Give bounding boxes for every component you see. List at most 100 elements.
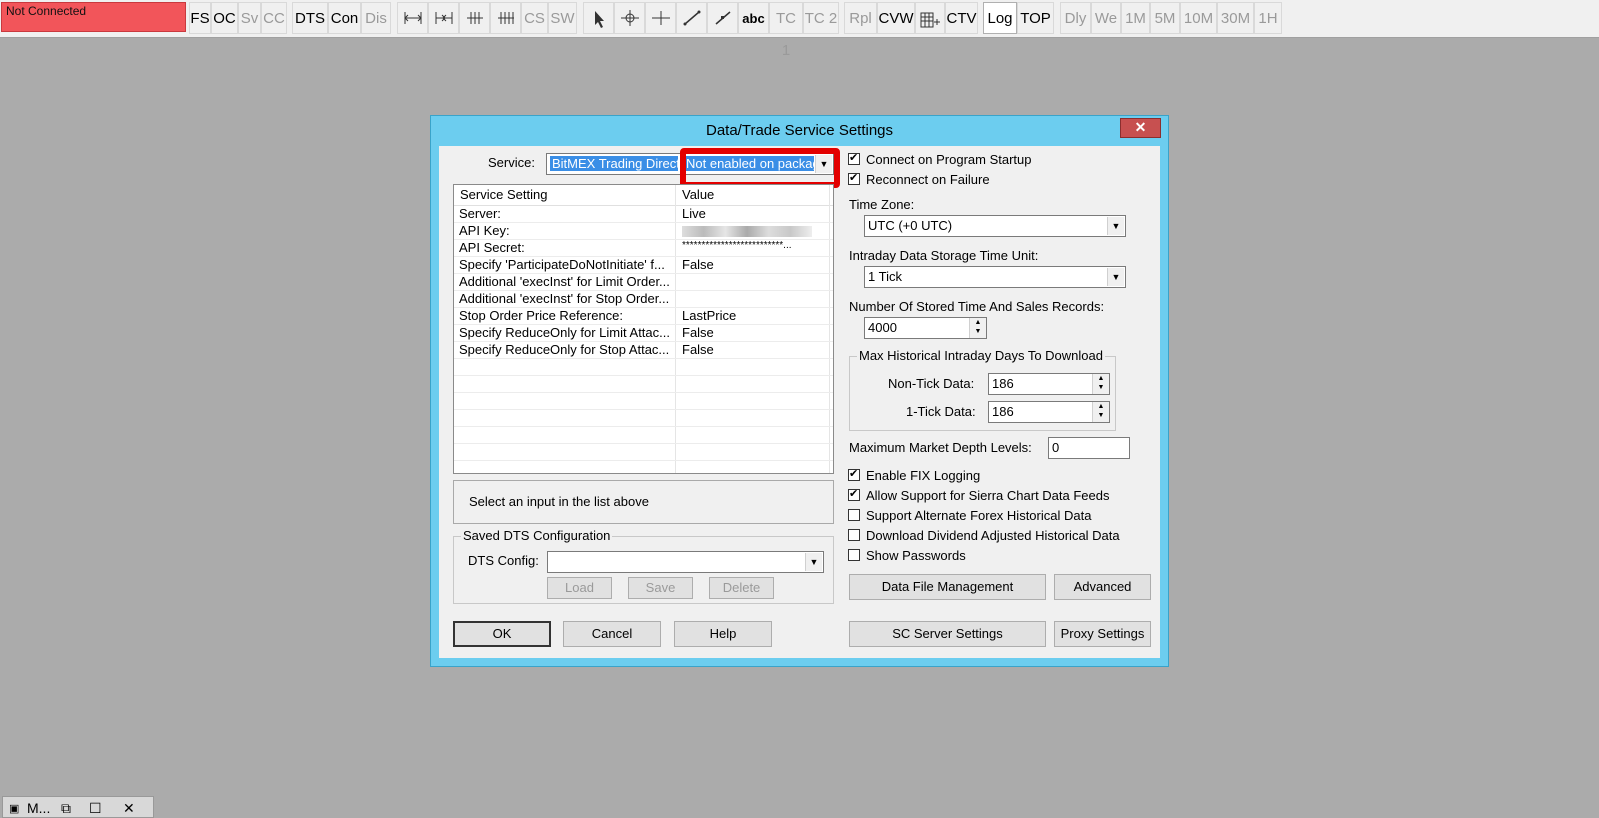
setting-name: Specify ReduceOnly for Limit Attac... (459, 325, 670, 340)
dom-grid-icon[interactable] (915, 2, 945, 34)
stored-records-input[interactable]: 4000 ▲ ▼ (864, 317, 987, 339)
line-tool-icon[interactable] (676, 2, 707, 34)
maximize-icon[interactable]: ☐ (89, 800, 102, 817)
show-passwords-checkbox[interactable] (848, 549, 860, 561)
alt-forex-label[interactable]: Support Alternate Forex Historical Data (866, 508, 1091, 523)
group-title: Saved DTS Configuration (461, 528, 613, 543)
service-label: Service: (488, 155, 535, 170)
measure-bar-icon[interactable] (397, 2, 428, 34)
non-tick-input[interactable]: 186 ▲ ▼ (988, 373, 1110, 395)
oc-button[interactable]: OC (211, 2, 238, 34)
ctv-button[interactable]: CTV (945, 2, 978, 34)
dts-config-label: DTS Config: (468, 553, 539, 568)
we-button[interactable]: We (1091, 2, 1121, 34)
measure-range-icon[interactable] (428, 2, 459, 34)
sc-server-settings-button[interactable]: SC Server Settings (849, 621, 1046, 647)
con-button[interactable]: Con (328, 2, 361, 34)
tc1-button[interactable]: TC 1 (769, 2, 803, 59)
table-row[interactable]: Specify 'ParticipateDoNotInitiate' f... F… (454, 256, 833, 274)
column-header-setting[interactable]: Service Setting (460, 187, 547, 202)
table-row[interactable]: Specify ReduceOnly for Limit Attac... Fal… (454, 324, 833, 342)
chevron-down-icon[interactable]: ▼ (805, 553, 822, 571)
5m-button[interactable]: 5M (1150, 2, 1180, 34)
load-button[interactable]: Load (547, 577, 612, 599)
dly-button[interactable]: Dly (1060, 2, 1091, 34)
spinner-arrows-icon[interactable]: ▲ ▼ (1092, 374, 1109, 394)
sv-button[interactable]: Sv (238, 2, 261, 34)
sc-feeds-label[interactable]: Allow Support for Sierra Chart Data Feed… (866, 488, 1110, 503)
storage-unit-select[interactable]: 1 Tick ▼ (864, 266, 1126, 288)
market-depth-input[interactable]: 0 (1048, 437, 1130, 459)
market-depth-value: 0 (1052, 440, 1060, 455)
one-tick-input[interactable]: 186 ▲ ▼ (988, 401, 1110, 423)
cvw-button[interactable]: CVW (877, 2, 915, 34)
30m-button[interactable]: 30M (1217, 2, 1254, 34)
column-header-value[interactable]: Value (682, 187, 714, 202)
log-button[interactable]: Log (983, 2, 1017, 34)
delete-button[interactable]: Delete (709, 577, 774, 599)
cancel-button[interactable]: Cancel (563, 621, 661, 647)
dividend-checkbox[interactable] (848, 529, 860, 541)
text-tool-icon[interactable]: abc (738, 2, 769, 34)
dts-config-select[interactable]: ▼ (547, 551, 824, 573)
cursor-cross-icon[interactable] (645, 2, 676, 34)
close-icon[interactable]: ✕ (123, 800, 135, 817)
reconnect-failure-label[interactable]: Reconnect on Failure (866, 172, 990, 187)
top-button[interactable]: TOP (1017, 2, 1054, 34)
bar-range-icon[interactable] (490, 2, 521, 34)
save-button[interactable]: Save (628, 577, 693, 599)
stored-records-label: Number Of Stored Time And Sales Records: (849, 299, 1105, 314)
1h-button[interactable]: 1H (1254, 2, 1282, 34)
cs-button[interactable]: CS (521, 2, 548, 34)
dis-button[interactable]: Dis (361, 2, 391, 34)
table-row[interactable]: Additional 'execInst' for Stop Order... (454, 290, 833, 308)
ray-tool-icon[interactable] (707, 2, 738, 34)
show-passwords-label[interactable]: Show Passwords (866, 548, 966, 563)
spinner-arrows-icon[interactable]: ▲ ▼ (1092, 402, 1109, 422)
setting-name: Additional 'execInst' for Stop Order... (459, 291, 670, 306)
restore-icon[interactable]: ⧉ (61, 800, 71, 817)
connection-status: Not Connected (1, 2, 186, 32)
minimized-window[interactable]: ▣ M... ⧉ ☐ ✕ (2, 796, 154, 818)
empty-row (454, 409, 833, 427)
reconnect-failure-checkbox[interactable] (848, 171, 860, 185)
bar-count-icon[interactable] (459, 2, 490, 34)
ok-button[interactable]: OK (453, 621, 551, 647)
chevron-down-icon[interactable]: ▼ (1107, 268, 1124, 286)
proxy-settings-button[interactable]: Proxy Settings (1054, 621, 1151, 647)
service-settings-list[interactable]: Service Setting Value Server: Live API Ke… (453, 184, 834, 474)
table-row[interactable]: Server: Live (454, 205, 833, 223)
fix-logging-label[interactable]: Enable FIX Logging (866, 468, 980, 483)
setting-name: Server: (459, 206, 501, 221)
chevron-down-icon[interactable]: ▼ (1107, 217, 1124, 235)
table-row[interactable]: Stop Order Price Reference: LastPrice (454, 307, 833, 325)
table-row[interactable]: API Secret: **************************... (454, 239, 833, 257)
time-zone-select[interactable]: UTC (+0 UTC) ▼ (864, 215, 1126, 237)
table-row[interactable]: Specify ReduceOnly for Stop Attac... Fals… (454, 341, 833, 359)
sc-feeds-checkbox[interactable] (848, 487, 860, 501)
tc2-button[interactable]: TC 2 (803, 2, 839, 34)
help-button[interactable]: Help (674, 621, 772, 647)
table-row[interactable]: API Key: (454, 222, 833, 240)
1m-button[interactable]: 1M (1121, 2, 1150, 34)
table-row[interactable]: Additional 'execInst' for Limit Order... (454, 273, 833, 291)
spinner-arrows-icon[interactable]: ▲ ▼ (969, 318, 986, 338)
connect-startup-label[interactable]: Connect on Program Startup (866, 152, 1031, 167)
fs-button[interactable]: FS (189, 2, 211, 34)
service-name: BitMEX Trading Direct (550, 156, 678, 171)
sw-button[interactable]: SW (548, 2, 577, 34)
dividend-label[interactable]: Download Dividend Adjusted Historical Da… (866, 528, 1120, 543)
pointer-icon[interactable] (583, 2, 614, 34)
rpl-button[interactable]: Rpl (844, 2, 877, 34)
close-icon[interactable]: ✕ (1120, 118, 1161, 138)
connect-startup-checkbox[interactable] (848, 151, 860, 165)
fix-logging-checkbox[interactable] (848, 467, 860, 481)
data-file-management-button[interactable]: Data File Management (849, 574, 1046, 600)
crosshair-icon[interactable] (614, 2, 645, 34)
cc-button[interactable]: CC (261, 2, 287, 34)
one-tick-label: 1-Tick Data: (906, 404, 976, 419)
10m-button[interactable]: 10M (1180, 2, 1217, 34)
dts-button[interactable]: DTS (292, 2, 328, 34)
advanced-button[interactable]: Advanced (1054, 574, 1151, 600)
alt-forex-checkbox[interactable] (848, 509, 860, 521)
